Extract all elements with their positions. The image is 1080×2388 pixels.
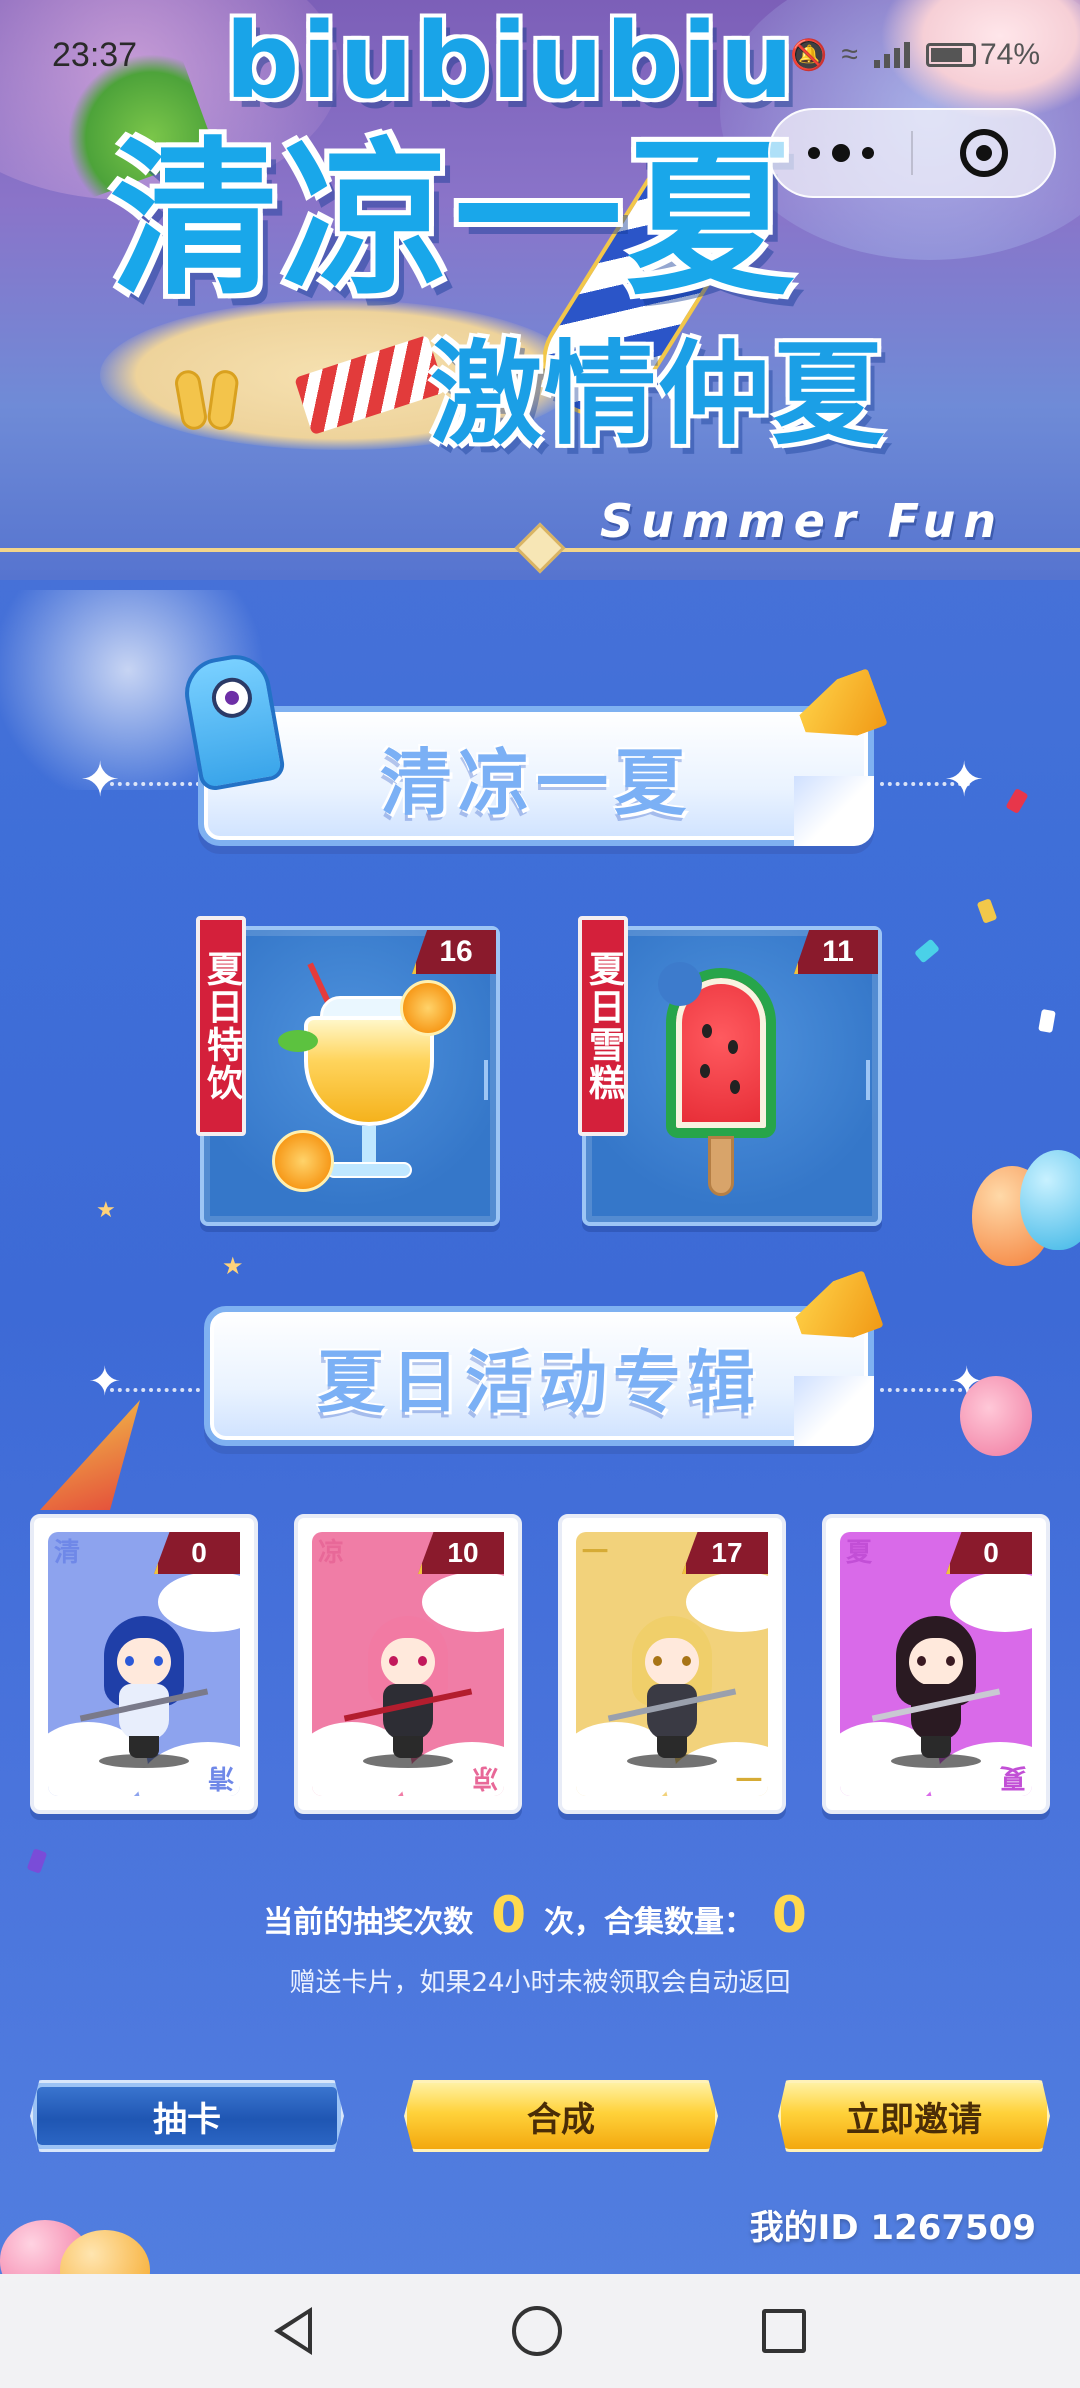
item-count-badge: 11 [794,930,878,974]
item-label: 夏日特饮 [201,950,242,1102]
card-character-label: 清 [54,1538,81,1568]
card-character-label-flipped: 凉 [471,1762,498,1792]
draw-count-value: 0 [491,1886,526,1944]
banner-subtitle: Summer Fun [600,494,1005,548]
card-character-label: 一 [582,1538,609,1568]
section-title: 清凉一夏 [379,740,692,825]
character-card[interactable]: 夏 夏 0 [822,1514,1050,1814]
confetti-decoration [976,898,998,924]
confetti-decoration [1005,787,1029,815]
battery-indicator: 74% [925,38,1040,72]
confetti-decoration [26,1848,48,1874]
mini-program-capsule [768,108,1056,198]
my-id-label: 我的ID 1267509 [749,2208,1036,2248]
character-card[interactable]: 凉 凉 10 [294,1514,522,1814]
confetti-decoration [914,938,940,964]
item-label-ribbon: 夏日特饮 [196,916,246,1136]
item-card-drink[interactable]: 夏日特饮 16 [196,916,500,1226]
star-icon: ★ [96,1198,116,1223]
popsicle-icon [658,962,776,1198]
draw-count-unit: 次，合集数量： [544,1905,754,1940]
invite-now-button[interactable]: 立即邀请 [778,2080,1050,2152]
status-bar: 23:37 🔕 ≈ 74% [0,0,1080,110]
star-icon: ★ [222,1252,244,1280]
card-character-label: 凉 [318,1538,345,1568]
back-icon[interactable] [274,2307,312,2355]
wifi-icon: ≈ [841,38,858,71]
item-count-badge: 16 [412,930,496,974]
draw-card-button[interactable]: 抽卡 [30,2080,344,2152]
character-avatar [79,1616,209,1768]
character-avatar [871,1616,1001,1768]
item-label: 夏日雪糕 [583,950,624,1102]
card-character-label-flipped: 一 [735,1762,762,1792]
card-character-label: 夏 [846,1538,873,1568]
balloon-icon [1020,1150,1080,1250]
character-card[interactable]: 一 一 17 [558,1514,786,1814]
draw-count-label: 当前的抽奖次数 [263,1905,474,1940]
status-icons: 🔕 ≈ 74% [790,38,1040,73]
chibi-mascot-icon [960,1376,1032,1456]
sparkle-icon: ✦ [88,1359,122,1405]
character-avatar [343,1616,473,1768]
card-character-label-flipped: 清 [207,1762,234,1792]
draw-count-info: 当前的抽奖次数 0 次，合集数量： 0 [0,1886,1080,1944]
battery-icon [925,43,976,67]
status-time: 23:37 [52,35,138,74]
section-title: 夏日活动专辑 [316,1343,761,1423]
item-card-popsicle[interactable]: 夏日雪糕 11 [578,916,882,1226]
recents-icon[interactable] [762,2309,806,2353]
sparkle-icon: ✦ [944,752,985,808]
close-miniprogram-button[interactable] [913,129,1054,177]
mute-icon: 🔕 [790,38,828,72]
target-close-icon [959,129,1008,177]
collection-count-value: 0 [772,1886,807,1944]
diamond-ornament-icon [514,522,566,574]
banner-title-secondary: 激情仲夏 [430,330,886,460]
signal-icon [873,42,910,68]
banner-frame-divider [0,522,1080,580]
drink-icon [272,962,464,1200]
item-label-ribbon: 夏日雪糕 [578,916,628,1136]
party-popper-icon [40,1400,140,1510]
card-character-label-flipped: 夏 [999,1762,1026,1792]
character-avatar [607,1616,737,1768]
section-title-plaque: 清凉一夏 [198,706,874,846]
confetti-decoration [1038,1008,1056,1034]
section-title-plaque: 夏日活动专辑 [204,1306,874,1446]
merge-button[interactable]: 合成 [404,2080,718,2152]
sparkle-icon: ✦ [80,752,121,808]
gift-card-note: 赠送卡片，如果24小时未被领取会自动返回 [289,1968,791,1998]
character-card[interactable]: 清 清 0 [30,1514,258,1814]
more-menu-button[interactable] [770,144,911,162]
system-nav-bar [0,2274,1080,2388]
battery-percent: 74% [979,38,1040,71]
home-icon[interactable] [512,2306,562,2356]
